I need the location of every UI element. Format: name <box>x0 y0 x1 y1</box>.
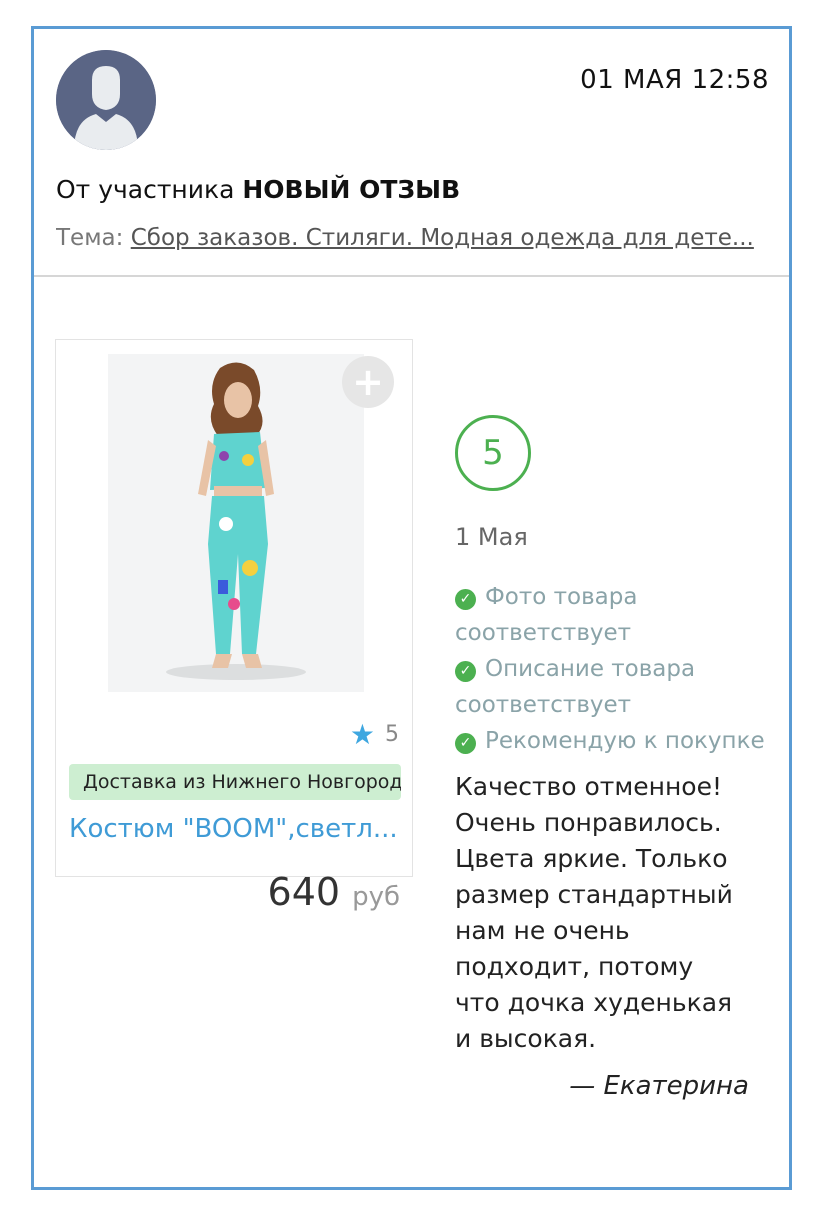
product-name-link[interactable]: Костюм "BOOM",светл... <box>69 814 399 844</box>
check-icon: ✓ <box>455 589 476 610</box>
from-prefix: От участника <box>56 175 235 204</box>
check-label: Описание товара соответствует <box>455 656 696 718</box>
check-label: Фото товара соответствует <box>455 584 638 646</box>
user-avatar[interactable] <box>56 50 156 150</box>
review-date: 1 Мая <box>455 523 528 551</box>
price-value: 640 <box>267 870 341 914</box>
topic-link[interactable]: Сбор заказов. Стиляги. Модная одежда для… <box>131 225 754 251</box>
author-name[interactable]: НОВЫЙ ОТЗЫВ <box>242 175 460 204</box>
divider <box>34 275 789 277</box>
product-rating-value: 5 <box>385 722 399 747</box>
review-card: 01 МАЯ 12:58 От участника НОВЫЙ ОТЗЫВ Те… <box>31 26 792 1190</box>
product-card[interactable]: + ★ 5 Доставка из Нижнего Новгорода Кост… <box>55 339 413 914</box>
review-datetime: 01 МАЯ 12:58 <box>580 65 769 95</box>
product-photo[interactable] <box>108 354 364 692</box>
check-icon: ✓ <box>455 733 476 754</box>
check-description-match: ✓ Описание товара соответствует <box>455 651 775 723</box>
review-score-badge: 5 <box>455 415 531 491</box>
product-price: 640 руб <box>268 870 400 914</box>
check-photo-match: ✓ Фото товара соответствует <box>455 579 775 651</box>
check-label: Рекомендую к покупке <box>485 728 765 754</box>
product-rating: ★ 5 <box>350 718 399 751</box>
check-icon: ✓ <box>455 661 476 682</box>
review-text: Качество отменное! Очень понравилось. Цв… <box>455 772 733 1053</box>
review-checks: ✓ Фото товара соответствует ✓ Описание тов… <box>455 579 775 759</box>
price-currency: руб <box>352 882 400 912</box>
topic-label: Тема: <box>56 225 124 251</box>
avatar-placeholder-icon <box>56 50 156 150</box>
plus-icon: + <box>352 360 384 404</box>
star-icon: ★ <box>349 718 375 751</box>
topic-line: Тема: Сбор заказов. Стиляги. Модная одеж… <box>56 225 766 251</box>
check-recommend: ✓ Рекомендую к покупке <box>455 723 775 759</box>
add-to-cart-button[interactable]: + <box>342 356 394 408</box>
delivery-badge: Доставка из Нижнего Новгорода <box>69 764 401 800</box>
author-line: От участника НОВЫЙ ОТЗЫВ <box>56 175 460 204</box>
review-author: — Екатерина <box>569 1071 749 1101</box>
